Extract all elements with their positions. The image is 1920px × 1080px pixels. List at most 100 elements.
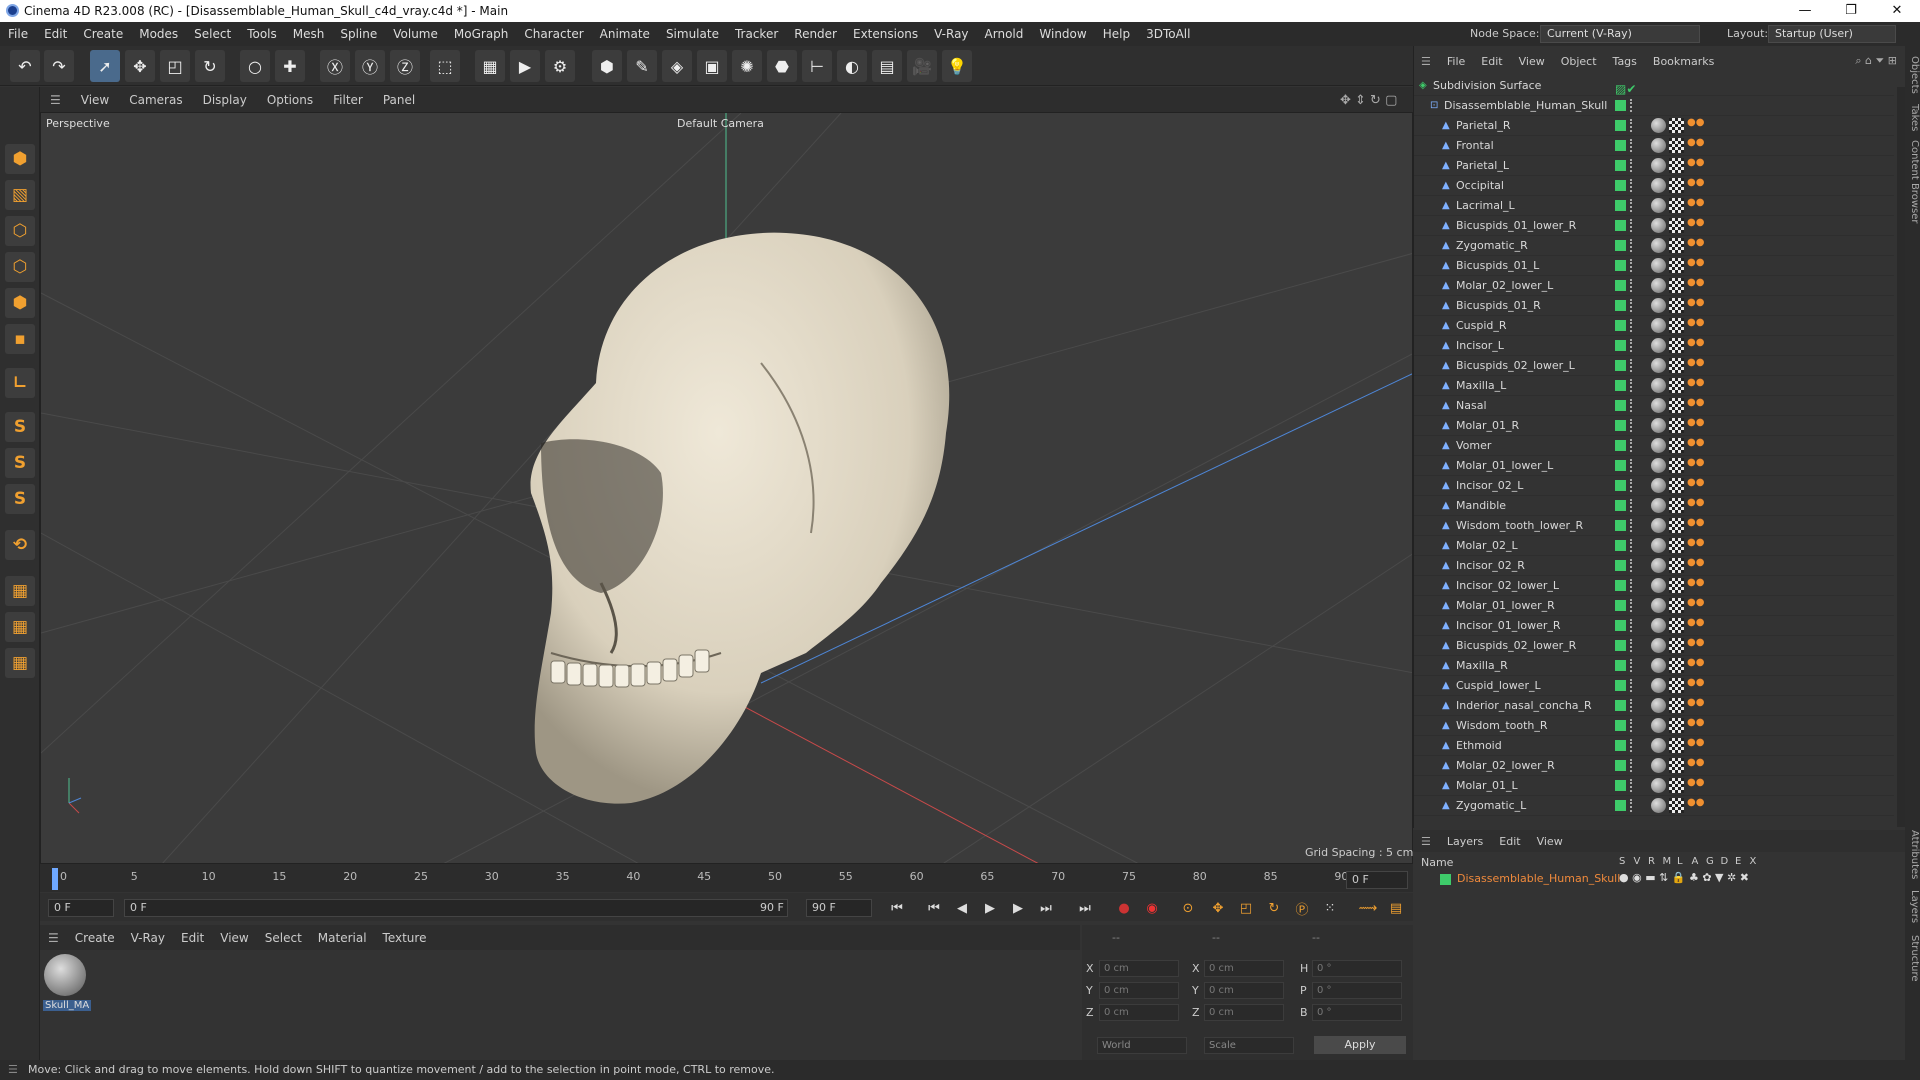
snap-settings-icon[interactable]: S — [5, 448, 35, 478]
select-tool-icon[interactable]: ➚ — [90, 50, 120, 82]
layer-tag-icon[interactable] — [1615, 800, 1626, 811]
render-view-icon[interactable]: ▦ — [475, 50, 505, 82]
menu-create[interactable]: Create — [75, 27, 131, 41]
visibility-dots-icon[interactable] — [1630, 679, 1634, 692]
live-selection-icon[interactable]: ○ — [240, 50, 270, 82]
keyframe-selection-icon[interactable]: ⊙ — [1176, 896, 1200, 920]
camera-label[interactable]: Default Camera — [677, 117, 764, 130]
visibility-dots-icon[interactable] — [1630, 339, 1634, 352]
material-tag-icon[interactable] — [1651, 318, 1666, 333]
node-space-dropdown[interactable]: Current (V-Ray) — [1540, 25, 1700, 43]
object-row[interactable]: ▲ Zygomatic_L ●● — [1414, 796, 1894, 816]
texture-tag-icon[interactable] — [1669, 718, 1684, 733]
material-tag-icon[interactable] — [1651, 638, 1666, 653]
visibility-dots-icon[interactable] — [1630, 439, 1634, 452]
layer-col-r[interactable]: R — [1648, 856, 1655, 867]
viewport-menu-cameras[interactable]: Cameras — [119, 93, 192, 107]
workplane-icon[interactable]: ▦ — [5, 576, 35, 606]
visibility-dots-icon[interactable] — [1630, 259, 1634, 272]
texture-tag-icon[interactable] — [1669, 398, 1684, 413]
layer-tag-icon[interactable] — [1615, 240, 1626, 251]
vray-tag-icon[interactable]: ●● — [1687, 578, 1704, 593]
layer-tag-icon[interactable] — [1615, 280, 1626, 291]
object-row[interactable]: ▲ Incisor_L ●● — [1414, 336, 1894, 356]
layer-col-g[interactable]: G — [1706, 856, 1714, 867]
texture-tag-icon[interactable] — [1669, 138, 1684, 153]
spline-pen-icon[interactable]: ✎ — [627, 50, 657, 82]
layer-tag-icon[interactable] — [1615, 140, 1626, 151]
visibility-dots-icon[interactable] — [1630, 419, 1634, 432]
layer-col-x[interactable]: X — [1750, 856, 1757, 867]
texture-tag-icon[interactable] — [1669, 678, 1684, 693]
vray-tag-icon[interactable]: ●● — [1687, 478, 1704, 493]
layer-col-e[interactable]: E — [1735, 856, 1741, 867]
viewport-hamburger-icon[interactable]: ☰ — [40, 93, 71, 107]
vray-tag-icon[interactable]: ●● — [1687, 498, 1704, 513]
visibility-dots-icon[interactable] — [1630, 739, 1634, 752]
texture-tag-icon[interactable] — [1669, 178, 1684, 193]
layer-tag-icon[interactable] — [1615, 760, 1626, 771]
apply-button[interactable]: Apply — [1314, 1036, 1406, 1054]
vray-tag-icon[interactable]: ●● — [1687, 598, 1704, 613]
subdivision-icon[interactable]: ◈ — [662, 50, 692, 82]
material-tag-icon[interactable] — [1651, 598, 1666, 613]
vray-tag-icon[interactable]: ●● — [1687, 778, 1704, 793]
pos-x-field[interactable]: 0 cm — [1099, 960, 1179, 977]
menu-mograph[interactable]: MoGraph — [446, 27, 517, 41]
texture-tag-icon[interactable] — [1669, 298, 1684, 313]
x-axis-icon[interactable]: Ⓧ — [320, 50, 350, 82]
visibility-dots-icon[interactable] — [1630, 139, 1634, 152]
layer-col-v[interactable]: V — [1634, 856, 1641, 867]
vray-tag-icon[interactable]: ●● — [1687, 338, 1704, 353]
visibility-dots-icon[interactable] — [1630, 319, 1634, 332]
layers-menu-edit[interactable]: Edit — [1491, 835, 1528, 848]
texture-tag-icon[interactable] — [1669, 598, 1684, 613]
material-hamburger-icon[interactable]: ☰ — [40, 931, 67, 945]
layer-tag-icon[interactable] — [1615, 740, 1626, 751]
texture-tag-icon[interactable] — [1669, 538, 1684, 553]
vray-tag-icon[interactable]: ●● — [1687, 158, 1704, 173]
visibility-dots-icon[interactable] — [1630, 499, 1634, 512]
camera-icon[interactable]: 🎥 — [907, 50, 937, 82]
material-tag-icon[interactable] — [1651, 378, 1666, 393]
layer-tag-icon[interactable] — [1615, 580, 1626, 591]
vray-tag-icon[interactable]: ●● — [1687, 358, 1704, 373]
undo-icon[interactable]: ↶ — [10, 50, 40, 82]
scale-dropdown[interactable]: Scale — [1204, 1037, 1294, 1054]
key-pla-icon[interactable]: ⁙ — [1318, 896, 1342, 920]
right-tab-content-browser[interactable]: Content Browser — [1905, 140, 1920, 223]
light-icon[interactable]: 💡 — [942, 50, 972, 82]
menu-render[interactable]: Render — [786, 27, 845, 41]
object-row[interactable]: ▲ Mandible ●● — [1414, 496, 1894, 516]
visibility-dots-icon[interactable] — [1630, 579, 1634, 592]
vray-tag-icon[interactable]: ●● — [1687, 318, 1704, 333]
layer-tag-icon[interactable] — [1615, 520, 1626, 531]
material-tag-icon[interactable] — [1651, 358, 1666, 373]
vray-tag-icon[interactable]: ●● — [1687, 618, 1704, 633]
key-rotation-icon[interactable]: ↻ — [1262, 896, 1286, 920]
vray-tag-icon[interactable]: ●● — [1687, 258, 1704, 273]
magnet-icon[interactable]: ⟲ — [5, 530, 35, 560]
object-row[interactable]: ▲ Frontal ●● — [1414, 136, 1894, 156]
menu-extensions[interactable]: Extensions — [845, 27, 926, 41]
layer-tag-icon[interactable] — [1615, 180, 1626, 191]
size-x-field[interactable]: 0 cm — [1204, 960, 1284, 977]
menu-mesh[interactable]: Mesh — [285, 27, 333, 41]
texture-tag-icon[interactable] — [1669, 338, 1684, 353]
viewport-menu-filter[interactable]: Filter — [323, 93, 373, 107]
visibility-dots-icon[interactable] — [1630, 479, 1634, 492]
coordinate-system-icon[interactable]: ⬚ — [430, 50, 460, 82]
viewport-menu-panel[interactable]: Panel — [373, 93, 425, 107]
right-tab-layers[interactable]: Layers — [1905, 890, 1920, 923]
viewport-menu-view[interactable]: View — [71, 93, 119, 107]
material-tag-icon[interactable] — [1651, 578, 1666, 593]
visibility-dots-icon[interactable] — [1630, 619, 1634, 632]
menu-modes[interactable]: Modes — [131, 27, 186, 41]
object-row[interactable]: ▲ Vomer ●● — [1414, 436, 1894, 456]
layer-tag-icon[interactable] — [1615, 540, 1626, 551]
visibility-dots-icon[interactable] — [1630, 599, 1634, 612]
visibility-dots-icon[interactable] — [1630, 459, 1634, 472]
rot-h-field[interactable]: 0 ° — [1312, 960, 1402, 977]
visibility-dots-icon[interactable] — [1630, 719, 1634, 732]
visibility-dots-icon[interactable] — [1630, 179, 1634, 192]
